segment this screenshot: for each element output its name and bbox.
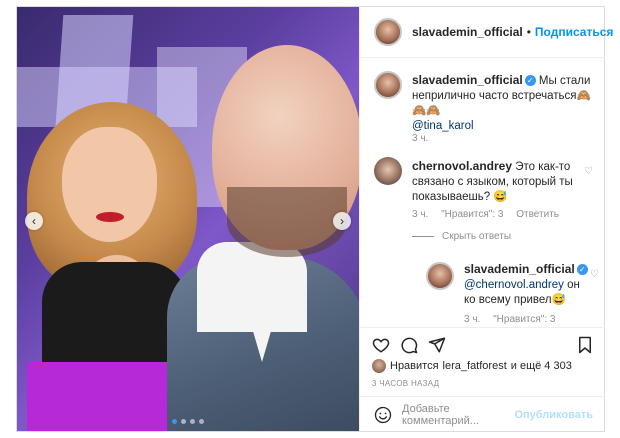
carousel-dot: [181, 419, 186, 424]
likes-line: Нравится lera_fatforest и ещё 4 303: [372, 359, 572, 373]
woman-face: [62, 127, 157, 242]
header-username[interactable]: slavademin_official: [412, 25, 523, 39]
comment-meta: 3 ч. "Нравится": 3 Ответить: [412, 209, 569, 220]
reply-comment: slavademin_official ✓ @chernovol.andrey о…: [426, 262, 601, 332]
caption: slavademin_official ✓ Мы стали неприлично…: [374, 71, 599, 151]
comment-text: chernovol.andrey Это как-то связано с яз…: [412, 159, 582, 205]
post-card: ‹ › slavademin_official • Подписаться sl…: [16, 6, 613, 432]
hide-replies-label: Скрыть ответы: [442, 231, 512, 242]
share-icon[interactable]: [428, 336, 446, 354]
avatar[interactable]: [374, 157, 402, 185]
comment-likes[interactable]: "Нравится": 3: [441, 209, 503, 220]
reply-text: slavademin_official ✓ @chernovol.andrey о…: [464, 262, 594, 308]
avatar[interactable]: [374, 71, 402, 99]
carousel-next-button[interactable]: ›: [333, 212, 351, 230]
post-sidebar: slavademin_official • Подписаться slavad…: [359, 7, 613, 432]
liker-avatar: [372, 359, 386, 373]
add-comment-input[interactable]: Добавьте комментарий...: [402, 403, 514, 427]
likes-prefix: Нравится: [390, 360, 439, 372]
chevron-right-icon: ›: [340, 214, 344, 228]
caption-mention[interactable]: @tina_karol: [412, 120, 474, 132]
likes-user[interactable]: lera_fatforest: [443, 360, 507, 372]
avatar[interactable]: [426, 262, 454, 290]
comment: chernovol.andrey Это как-то связано с яз…: [374, 157, 599, 267]
hide-replies-button[interactable]: Скрыть ответы: [412, 231, 521, 242]
caption-time[interactable]: 3 ч.: [412, 133, 428, 144]
carousel-dot: [190, 419, 195, 424]
heart-icon[interactable]: ♡: [584, 167, 594, 177]
heart-icon[interactable]: [372, 336, 390, 354]
action-bar: [360, 327, 605, 354]
reply-emoji: 😅: [551, 294, 566, 306]
comment-emoji: 😅: [493, 191, 508, 203]
comment-time[interactable]: 3 ч.: [412, 209, 428, 220]
man-beard: [227, 187, 347, 257]
reply-username[interactable]: slavademin_official: [464, 262, 575, 276]
separator-dot: •: [526, 25, 531, 39]
heart-icon[interactable]: ♡: [590, 270, 600, 280]
bookmark-icon[interactable]: [576, 336, 594, 354]
chevron-left-icon: ‹: [32, 214, 36, 228]
likes-suffix[interactable]: и ещё 4 303: [511, 360, 572, 372]
verified-badge-icon: ✓: [576, 264, 588, 276]
reply-button[interactable]: Ответить: [516, 209, 559, 220]
carousel-dots: [17, 419, 359, 424]
reply-likes[interactable]: "Нравится": 3: [493, 314, 555, 325]
replies-line: [412, 236, 434, 237]
follow-button[interactable]: Подписаться: [535, 25, 613, 39]
carousel-prev-button[interactable]: ‹: [25, 212, 43, 230]
reply-time[interactable]: 3 ч.: [464, 314, 480, 325]
verified-badge-icon: ✓: [524, 75, 536, 87]
post-header: slavademin_official • Подписаться: [360, 7, 613, 58]
smiley-icon[interactable]: [374, 406, 392, 424]
caption-meta: 3 ч.: [412, 133, 438, 144]
publish-button[interactable]: Опубликовать: [514, 409, 593, 421]
woman-lips: [96, 212, 124, 222]
carousel-dot: [172, 419, 177, 424]
caption-username[interactable]: slavademin_official: [412, 73, 523, 87]
post-date[interactable]: 3 ЧАСОВ НАЗАД: [372, 379, 439, 388]
reply-mention[interactable]: @chernovol.andrey: [464, 279, 564, 291]
comment-icon[interactable]: [400, 336, 418, 354]
caption-text: slavademin_official ✓ Мы стали неприлично…: [412, 73, 592, 134]
add-comment-bar: Добавьте комментарий... Опубликовать: [360, 396, 605, 432]
avatar[interactable]: [374, 18, 402, 46]
carousel-dot: [199, 419, 204, 424]
comment-username[interactable]: chernovol.andrey: [412, 159, 512, 173]
post-photo[interactable]: ‹ ›: [17, 7, 359, 431]
reply-meta: 3 ч. "Нравится": 3: [464, 314, 565, 325]
